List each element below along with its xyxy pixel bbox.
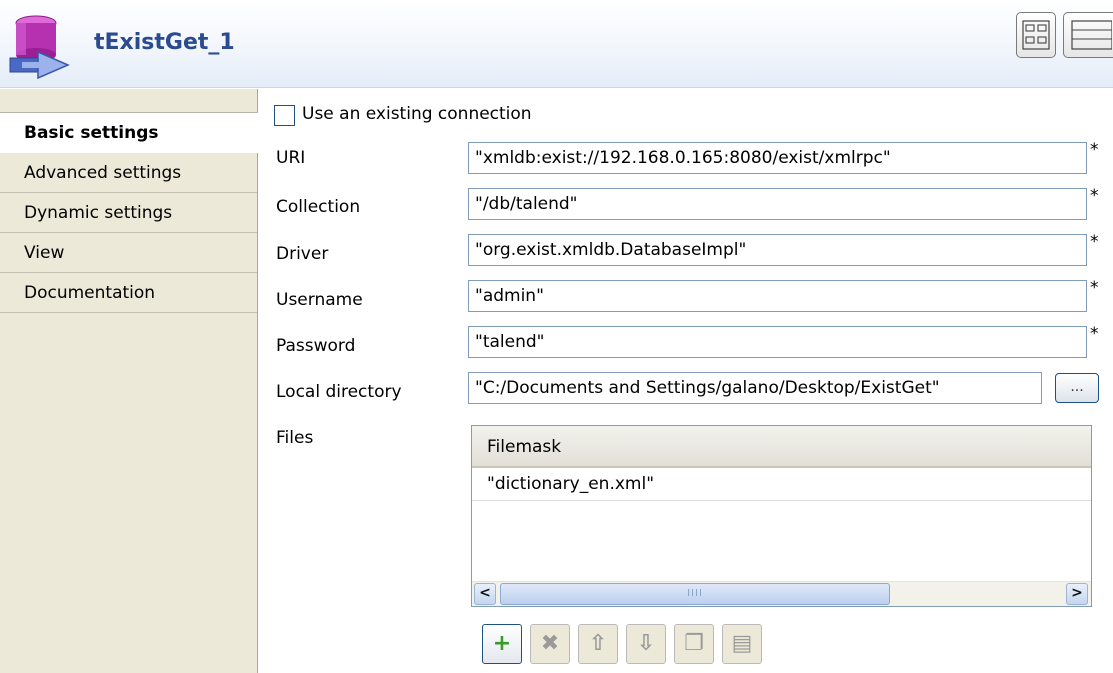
add-row-button[interactable]: + — [482, 624, 522, 664]
use-existing-connection-checkbox[interactable] — [274, 105, 295, 126]
move-up-button[interactable]: ⇧ — [578, 624, 618, 664]
list-view-button[interactable] — [1063, 12, 1113, 58]
username-field[interactable]: "admin" — [468, 280, 1087, 312]
driver-field[interactable]: "org.exist.xmldb.DatabaseImpl" — [468, 234, 1087, 266]
scroll-left-button[interactable]: < — [474, 583, 496, 605]
collection-required-marker: * — [1090, 186, 1099, 206]
browse-button[interactable]: ... — [1055, 373, 1099, 403]
local-directory-field[interactable]: "C:/Documents and Settings/galano/Deskto… — [468, 372, 1042, 404]
grid-view-button[interactable] — [1016, 12, 1056, 58]
filemask-column-header[interactable]: Filemask — [472, 426, 1091, 468]
delete-icon: ✖ — [540, 631, 560, 656]
use-existing-connection-label: Use an existing connection — [302, 104, 532, 124]
uri-field[interactable]: "xmldb:exist://192.168.0.165:8080/exist/… — [468, 142, 1087, 174]
scroll-right-button[interactable]: > — [1066, 583, 1088, 605]
driver-required-marker: * — [1090, 232, 1099, 252]
horizontal-scrollbar[interactable]: < IIII > — [472, 581, 1091, 606]
database-get-icon — [9, 15, 70, 80]
component-title: tExistGet_1 — [94, 30, 235, 55]
settings-sidebar: Basic settings Advanced settings Dynamic… — [0, 89, 259, 673]
chevron-left-icon: < — [479, 585, 491, 601]
tab-documentation[interactable]: Documentation — [0, 273, 257, 313]
table-row[interactable]: "dictionary_en.xml" — [472, 469, 1091, 501]
password-field[interactable]: "talend" — [468, 326, 1087, 358]
username-required-marker: * — [1090, 278, 1099, 298]
collection-field[interactable]: "/db/talend" — [468, 188, 1087, 220]
remove-row-button[interactable]: ✖ — [530, 624, 570, 664]
files-table: Filemask "dictionary_en.xml" < IIII > — [471, 425, 1092, 607]
move-down-button[interactable]: ⇩ — [626, 624, 666, 664]
sidebar-top-strip — [0, 89, 258, 113]
password-required-marker: * — [1090, 324, 1099, 344]
collection-label: Collection — [276, 197, 361, 217]
tab-dynamic-settings[interactable]: Dynamic settings — [0, 193, 257, 233]
arrow-down-icon: ⇩ — [636, 631, 656, 656]
copy-icon: ❐ — [684, 631, 704, 656]
paste-icon: ▤ — [731, 631, 753, 656]
files-label: Files — [276, 428, 314, 448]
tab-advanced-settings[interactable]: Advanced settings — [0, 153, 257, 193]
paste-button[interactable]: ▤ — [722, 624, 762, 664]
list-view-icon — [1071, 20, 1113, 50]
chevron-right-icon: > — [1071, 585, 1083, 601]
local-directory-label: Local directory — [276, 382, 402, 402]
tab-view[interactable]: View — [0, 233, 257, 273]
driver-label: Driver — [276, 244, 329, 264]
tab-basic-settings[interactable]: Basic settings — [0, 113, 259, 153]
username-label: Username — [276, 290, 363, 310]
password-label: Password — [276, 336, 356, 356]
plus-icon: + — [492, 631, 512, 656]
arrow-up-icon: ⇧ — [588, 631, 608, 656]
scrollbar-thumb[interactable]: IIII — [500, 583, 890, 605]
grid-view-icon — [1022, 20, 1050, 50]
uri-required-marker: * — [1090, 140, 1099, 160]
component-header: tExistGet_1 — [0, 0, 1113, 88]
uri-label: URI — [276, 148, 306, 168]
copy-button[interactable]: ❐ — [674, 624, 714, 664]
